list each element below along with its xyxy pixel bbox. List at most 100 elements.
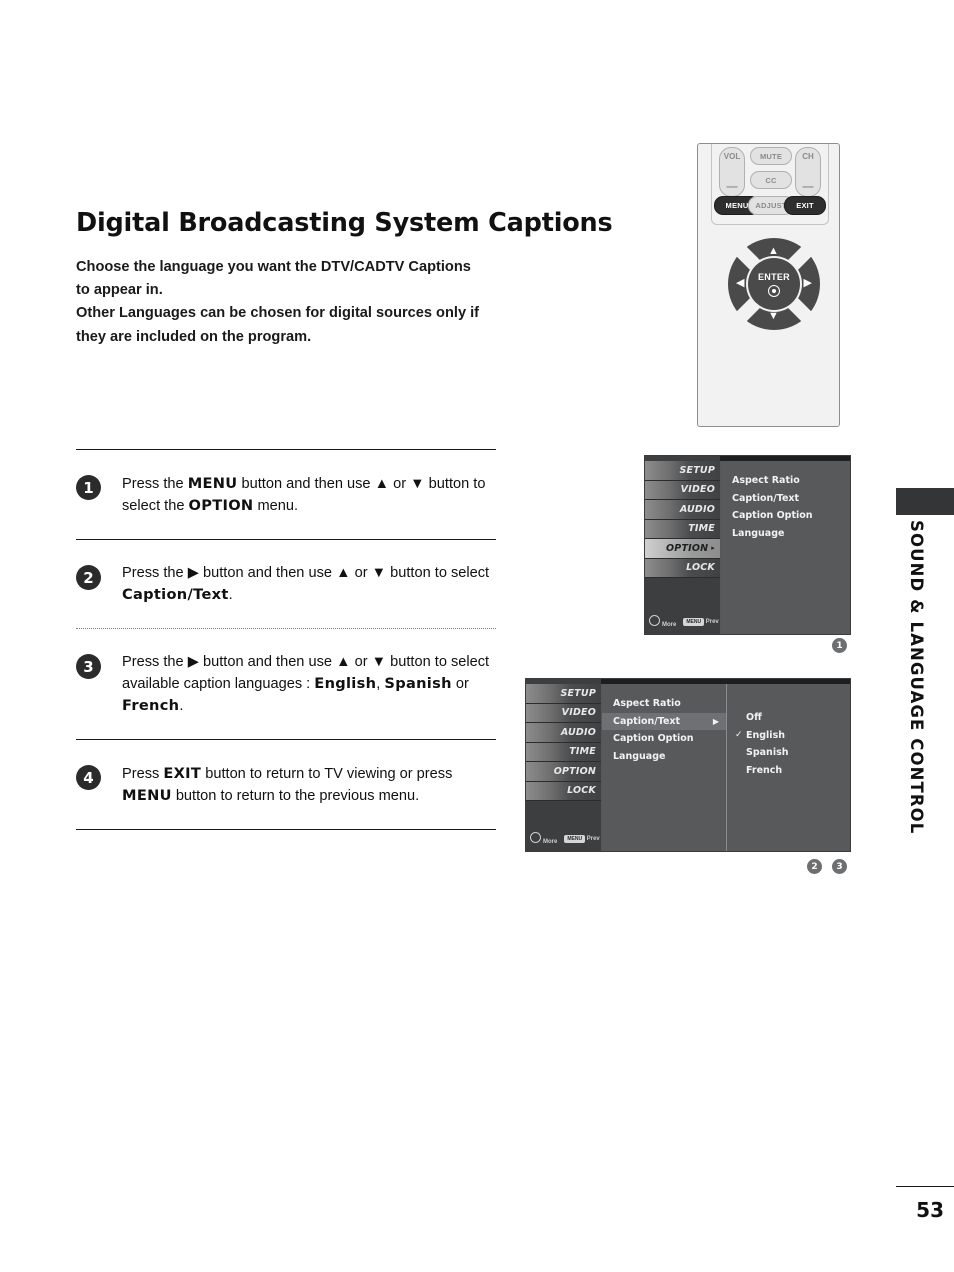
osd-side-item-setup[interactable]: SETUP [645,461,720,481]
step-1-seg-1: MENU [187,475,238,492]
osd-submenu-option[interactable]: French [727,762,850,780]
step-item-2: 2 Press the ▶ button and then use ▲ or ▼… [76,540,496,628]
step-2-seg-0: Press the [122,565,188,581]
osd-menu-row[interactable]: Aspect Ratio [721,472,850,490]
step-3-seg-12: . [179,698,184,714]
nav-dot-icon [530,832,541,843]
osd-menu-row-label: Caption Option [613,733,694,745]
nav-down-icon[interactable]: ▼ [768,311,779,322]
osd-side-item-option[interactable]: OPTION [526,762,601,782]
osd1-sidebar: SETUP VIDEO AUDIO TIME OPTION ▸ LOCK [645,456,720,634]
osd-side-item-lock[interactable]: LOCK [526,781,601,801]
osd-menu-row[interactable]: Aspect Ratio [602,695,726,713]
osd-submenu-option-label: Spanish [746,747,789,759]
osd-menu-row[interactable]: Caption Option [602,730,726,748]
navigation-pad[interactable]: ▲ ▼ ◀ ▶ ENTER [728,238,820,330]
step-text-4: Press EXIT button to return to TV viewin… [122,763,494,807]
steps-list: 1 Press the MENU button and then use ▲ o… [76,449,496,830]
osd-menu-row-label: Language [732,527,785,539]
intro-line-2: to appear in. [76,282,163,299]
step-3-seg-2: button and then use [198,654,337,670]
osd-side-item-setup[interactable]: SETUP [526,684,601,704]
volume-label: VOL [723,152,741,161]
step-3-seg-3: ▲ [336,654,351,670]
osd-side-item-time[interactable]: TIME [526,742,601,762]
step-3-seg-9: Spanish [384,675,452,692]
osd-side-item-label: SETUP [679,464,715,476]
divider-bottom [76,829,496,830]
osd-menu-row[interactable]: Language [721,525,850,543]
osd-submenu-option[interactable]: Off [727,709,850,727]
osd2-menu-list: Aspect Ratio Caption/Text ▶ Caption Option L… [602,684,726,851]
osd-menu-row-label: Aspect Ratio [732,475,800,487]
osd-side-item-label: VIDEO [680,484,715,496]
channel-down-label: — [802,181,814,193]
osd-side-item-option[interactable]: OPTION ▸ [645,539,720,559]
osd-side-item-label: VIDEO [561,707,596,719]
osd-side-item-label: LOCK [567,785,596,797]
osd-side-item-video[interactable]: VIDEO [645,480,720,500]
osd-side-item-audio[interactable]: AUDIO [526,723,601,743]
osd1-more-label: More [662,622,677,628]
mute-button[interactable]: MUTE [750,147,792,165]
step-1-seg-8: menu. [253,498,299,514]
channel-rocker[interactable]: CH — [795,147,821,197]
step-4-seg-0: Press [122,766,164,782]
enter-label: ENTER [757,271,790,282]
intro-line-4: they are included on the program. [76,328,312,345]
osd-submenu-option[interactable]: Spanish [727,744,850,762]
osd-side-item-lock[interactable]: LOCK [645,558,720,578]
osd1-step-marker: 1 [832,638,847,653]
nav-left-icon[interactable]: ◀ [736,278,744,289]
osd2-more-label: More [543,839,558,845]
step-1-seg-7: OPTION [188,497,254,514]
step-1-seg-2: button and then use [237,476,375,492]
osd-side-item-label: TIME [688,523,715,535]
intro-line-3: Other Languages can be chosen for digita… [76,305,480,322]
step-3-seg-10: or [451,676,469,692]
step-badge-3: 3 [76,654,101,679]
step-item-4: 4 Press EXIT button to return to TV view… [76,740,496,829]
enter-button[interactable]: ENTER [748,258,800,310]
cc-button[interactable]: CC [750,171,792,189]
channel-label: CH [802,152,814,161]
step-3-seg-7: English [314,675,377,692]
step-text-1: Press the MENU button and then use ▲ or … [122,473,494,517]
osd-menu-row-label: Caption Option [732,510,813,522]
remote-key-group: VOL — CH — MUTE CC MENU ADJUST EXIT [711,144,829,225]
osd2-step-marker-a: 2 [807,859,822,874]
nav-up-icon[interactable]: ▲ [768,246,779,257]
osd-menu-row[interactable]: Caption Option [721,507,850,525]
step-3-seg-0: Press the [122,654,188,670]
osd-side-item-label: AUDIO [679,503,715,515]
step-2-seg-4: or [350,565,372,581]
osd-screenshot-1: SETUP VIDEO AUDIO TIME OPTION ▸ LOCK Aspect Ra… [644,455,851,635]
intro-line-1: Choose the language you want the DTV/CAD… [76,259,471,275]
osd-side-item-time[interactable]: TIME [645,519,720,539]
footer-divider [896,1186,954,1187]
volume-down-label: — [726,181,738,193]
prev-key-icon: MENU [683,617,705,626]
exit-button[interactable]: EXIT [784,196,826,215]
osd-menu-row[interactable]: Language [602,748,726,766]
chevron-right-icon: ▸ [711,544,715,553]
osd-side-item-audio[interactable]: AUDIO [645,500,720,520]
step-badge-2: 2 [76,565,101,590]
osd-menu-row[interactable]: Caption/Text [721,490,850,508]
osd2-submenu: Off ✓ English Spanish French [726,684,850,851]
osd2-sidebar: SETUP VIDEO AUDIO TIME OPTION LOCK [526,679,601,851]
step-4-seg-3: MENU [122,787,172,804]
step-2-seg-2: button and then use [198,565,337,581]
step-badge-4: 4 [76,765,101,790]
volume-rocker[interactable]: VOL — [719,147,745,197]
osd-menu-row-label: Language [613,750,666,762]
osd-menu-row-label: Caption/Text [732,492,800,504]
osd-side-item-label: SETUP [560,687,596,699]
osd-submenu-option[interactable]: ✓ English [727,727,850,745]
osd-side-item-label: AUDIO [560,726,596,738]
step-4-seg-1: EXIT [163,765,202,782]
osd-menu-row[interactable]: Caption/Text ▶ [602,712,726,730]
osd-side-item-label: TIME [569,746,596,758]
nav-right-icon[interactable]: ▶ [804,278,812,289]
osd-side-item-video[interactable]: VIDEO [526,703,601,723]
